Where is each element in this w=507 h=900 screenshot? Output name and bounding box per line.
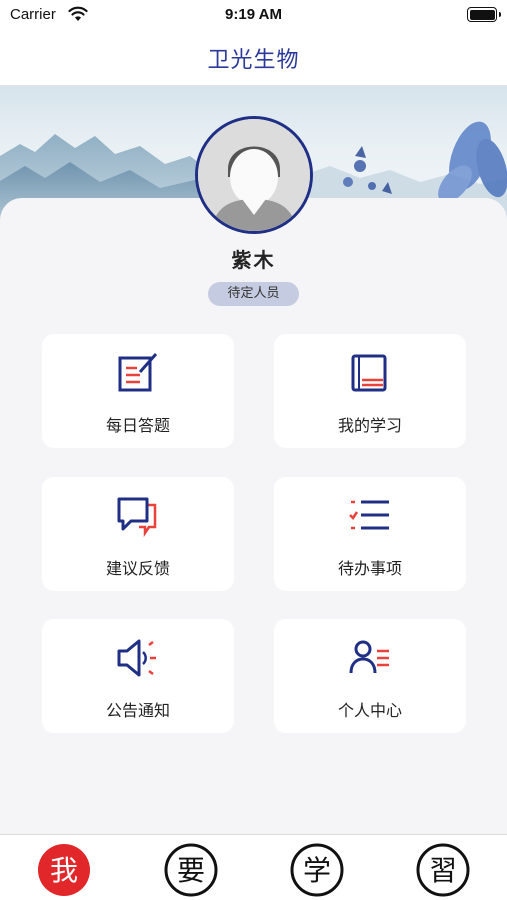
status-bar: Carrier 9:19 AM	[0, 0, 507, 30]
svg-text:我: 我	[50, 854, 78, 887]
seal-xue-icon: 学	[290, 843, 344, 897]
todo-list-icon	[347, 493, 393, 539]
menu-card-label: 个人中心	[337, 701, 402, 720]
tab-bar: 我 要 学 習	[0, 834, 507, 900]
menu-card-profile-center[interactable]: 个人中心	[274, 619, 466, 733]
avatar[interactable]	[195, 116, 313, 234]
profile-list-icon	[347, 635, 393, 681]
seal-xi-icon: 習	[416, 843, 470, 897]
menu-card-label: 每日答题	[105, 416, 170, 435]
svg-text:習: 習	[429, 854, 457, 887]
menu-card-daily-quiz[interactable]: 每日答题	[42, 334, 234, 448]
feedback-chat-icon	[115, 493, 161, 539]
tab-xi[interactable]: 習	[415, 842, 471, 898]
clock: 9:19 AM	[225, 6, 282, 23]
menu-card-label: 我的学习	[337, 416, 402, 435]
seal-yao-icon: 要	[164, 843, 218, 897]
avatar-placeholder-icon	[198, 119, 310, 231]
seal-wo-icon: 我	[38, 844, 90, 896]
menu-card-label: 公告通知	[105, 701, 170, 720]
page-title: 卫光生物	[207, 48, 300, 73]
menu-card-label: 待办事项	[337, 559, 402, 578]
menu-card-feedback[interactable]: 建议反馈	[42, 477, 234, 591]
speaker-icon	[115, 635, 161, 681]
tab-xue[interactable]: 学	[289, 842, 345, 898]
menu-card-todo[interactable]: 待办事项	[274, 477, 466, 591]
menu-card-announcements[interactable]: 公告通知	[42, 619, 234, 733]
quiz-edit-icon	[115, 350, 161, 396]
menu-card-my-study[interactable]: 我的学习	[274, 334, 466, 448]
book-icon	[347, 350, 393, 396]
user-name: 紫木	[231, 248, 276, 272]
tab-yao[interactable]: 要	[163, 842, 219, 898]
battery-icon	[467, 7, 501, 22]
role-badge: 待定人员	[208, 282, 299, 306]
navigation-bar: 卫光生物	[0, 30, 507, 86]
menu-card-label: 建议反馈	[105, 559, 170, 578]
svg-text:要: 要	[177, 854, 205, 887]
svg-text:学: 学	[303, 854, 331, 887]
tab-wo[interactable]: 我	[36, 842, 92, 898]
